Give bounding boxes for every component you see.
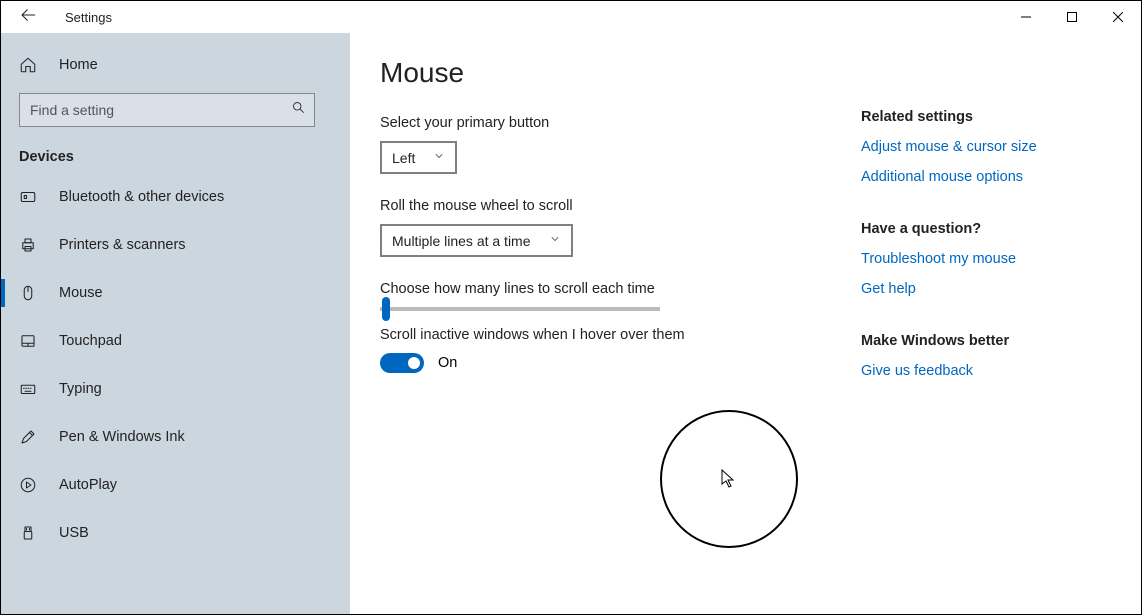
link-get-help[interactable]: Get help bbox=[861, 281, 1111, 297]
link-adjust-cursor[interactable]: Adjust mouse & cursor size bbox=[861, 139, 1111, 155]
close-button[interactable] bbox=[1095, 1, 1141, 33]
autoplay-icon bbox=[19, 476, 37, 494]
question-heading: Have a question? bbox=[861, 221, 1111, 237]
link-troubleshoot[interactable]: Troubleshoot my mouse bbox=[861, 251, 1111, 267]
sidebar-item-label: Bluetooth & other devices bbox=[59, 189, 224, 205]
primary-button-dropdown[interactable]: Left bbox=[380, 141, 457, 174]
chevron-down-icon bbox=[549, 232, 561, 250]
sidebar: Home Devices Bluetooth & other devices P… bbox=[1, 33, 350, 614]
slider-thumb[interactable] bbox=[382, 297, 390, 321]
maximize-button[interactable] bbox=[1049, 1, 1095, 33]
keyboard-icon bbox=[19, 380, 37, 398]
printer-icon bbox=[19, 236, 37, 254]
dropdown-value: Multiple lines at a time bbox=[392, 233, 531, 249]
sidebar-item-label: Typing bbox=[59, 381, 102, 397]
app-name: Settings bbox=[65, 10, 112, 25]
inactive-scroll-label: Scroll inactive windows when I hover ove… bbox=[380, 327, 851, 343]
sidebar-item-bluetooth[interactable]: Bluetooth & other devices bbox=[1, 173, 350, 221]
sidebar-item-label: Pen & Windows Ink bbox=[59, 429, 185, 445]
bluetooth-icon bbox=[19, 188, 37, 206]
sidebar-item-mouse[interactable]: Mouse bbox=[1, 269, 350, 317]
sidebar-item-label: Mouse bbox=[59, 285, 103, 301]
back-button[interactable] bbox=[19, 6, 37, 29]
sidebar-item-label: USB bbox=[59, 525, 89, 541]
sidebar-item-touchpad[interactable]: Touchpad bbox=[1, 317, 350, 365]
sidebar-item-pen[interactable]: Pen & Windows Ink bbox=[1, 413, 350, 461]
sidebar-item-usb[interactable]: USB bbox=[1, 509, 350, 557]
sidebar-item-label: Printers & scanners bbox=[59, 237, 186, 253]
inactive-scroll-toggle[interactable] bbox=[380, 353, 424, 373]
usb-icon bbox=[19, 524, 37, 542]
scroll-mode-label: Roll the mouse wheel to scroll bbox=[380, 198, 851, 214]
sidebar-item-label: AutoPlay bbox=[59, 477, 117, 493]
home-label: Home bbox=[59, 57, 98, 73]
sidebar-item-label: Touchpad bbox=[59, 333, 122, 349]
main-content: Mouse Select your primary button Left Ro… bbox=[380, 33, 851, 614]
page-title: Mouse bbox=[380, 57, 851, 89]
sidebar-item-printers[interactable]: Printers & scanners bbox=[1, 221, 350, 269]
search-box[interactable] bbox=[19, 93, 315, 127]
touchpad-icon bbox=[19, 332, 37, 350]
search-icon bbox=[291, 100, 306, 120]
related-heading: Related settings bbox=[861, 109, 1111, 125]
link-additional-mouse[interactable]: Additional mouse options bbox=[861, 169, 1111, 185]
back-arrow-icon bbox=[19, 6, 37, 24]
minimize-button[interactable] bbox=[1003, 1, 1049, 33]
feedback-heading: Make Windows better bbox=[861, 333, 1111, 349]
link-feedback[interactable]: Give us feedback bbox=[861, 363, 1111, 379]
home-icon bbox=[19, 56, 37, 74]
sidebar-item-typing[interactable]: Typing bbox=[1, 365, 350, 413]
primary-button-label: Select your primary button bbox=[380, 115, 851, 131]
titlebar: Settings bbox=[1, 1, 1141, 33]
aside: Related settings Adjust mouse & cursor s… bbox=[851, 33, 1111, 614]
scroll-mode-dropdown[interactable]: Multiple lines at a time bbox=[380, 224, 573, 257]
mouse-icon bbox=[19, 284, 37, 302]
scroll-lines-label: Choose how many lines to scroll each tim… bbox=[380, 281, 851, 297]
dropdown-value: Left bbox=[392, 150, 415, 166]
search-input[interactable] bbox=[20, 94, 314, 126]
home-button[interactable]: Home bbox=[1, 41, 350, 89]
toggle-state-text: On bbox=[438, 355, 457, 371]
chevron-down-icon bbox=[433, 149, 445, 167]
slider-track bbox=[380, 307, 660, 311]
category-header: Devices bbox=[1, 139, 350, 173]
pen-icon bbox=[19, 428, 37, 446]
scroll-lines-slider[interactable] bbox=[380, 307, 660, 311]
sidebar-item-autoplay[interactable]: AutoPlay bbox=[1, 461, 350, 509]
